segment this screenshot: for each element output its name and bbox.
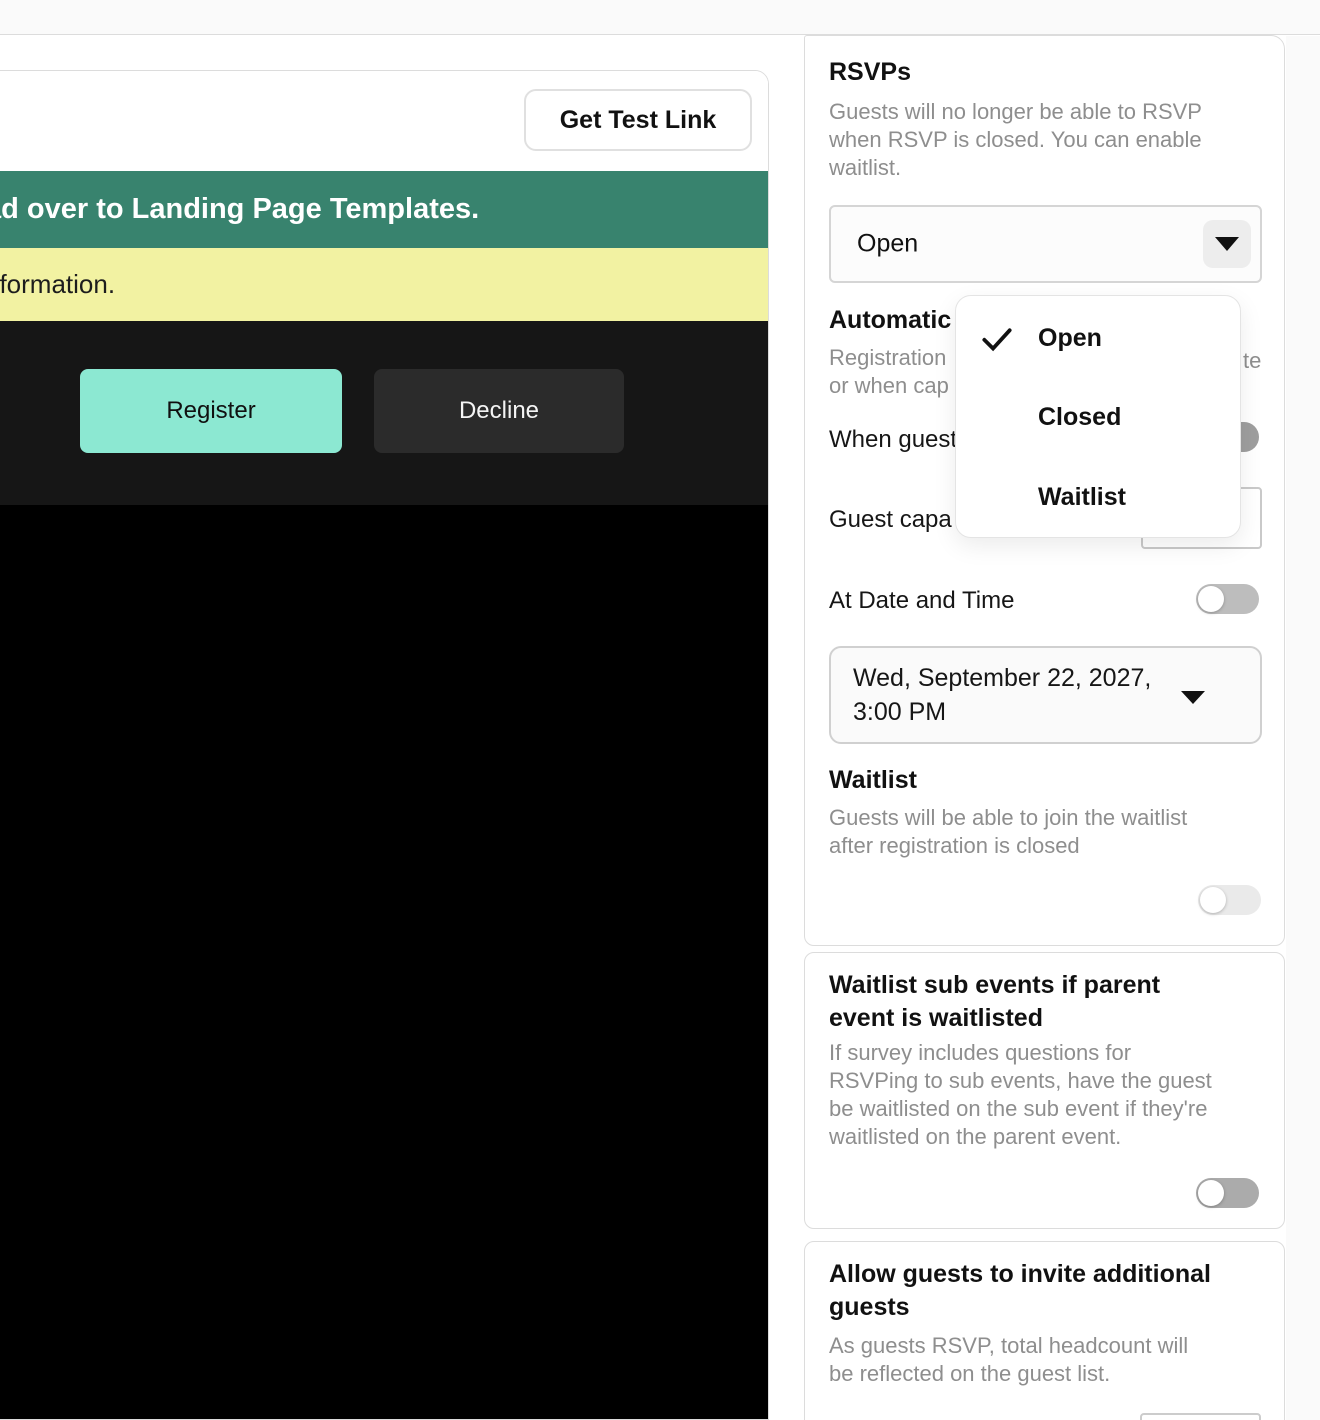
rsvps-description-line1: Guests will no longer be able to RSVP (829, 98, 1202, 126)
rsvp-buttons-panel: Register Decline (0, 321, 768, 505)
allow-additional-guests-card: Allow guests to invite additional guests… (804, 1241, 1285, 1420)
close-datetime-select[interactable]: Wed, September 22, 2027, 3:00 PM (829, 646, 1262, 744)
get-test-link-button[interactable]: Get Test Link (524, 89, 752, 151)
waitlist-title: Waitlist (829, 764, 917, 797)
allow-additional-guests-description: As guests RSVP, total headcount will be … (829, 1332, 1188, 1388)
top-bar (0, 0, 1320, 35)
auto-close-description-fragment: te (1243, 348, 1261, 374)
rsvps-description-line2: when RSVP is closed. You can enable (829, 126, 1202, 154)
chevron-down-icon[interactable] (1203, 220, 1251, 268)
chevron-down-icon (1181, 691, 1205, 704)
check-icon (978, 320, 1016, 358)
decline-button[interactable]: Decline (374, 369, 624, 453)
waitlist-description-line2: after registration is closed (829, 832, 1080, 860)
page: Get Test Link ad over to Landing Page Te… (0, 0, 1320, 1420)
preview-header: Get Test Link (0, 71, 768, 171)
rsvps-description-line3: waitlist. (829, 154, 901, 182)
waitlist-description-line1: Guests will be able to join the waitlist (829, 804, 1187, 832)
information-banner: nformation. (0, 248, 768, 321)
landing-page-banner-text: ad over to Landing Page Templates. (0, 193, 479, 226)
register-button[interactable]: Register (80, 369, 342, 453)
waitlist-sub-events-toggle[interactable] (1196, 1178, 1259, 1208)
preview-body-dark-area (0, 505, 768, 1420)
close-datetime-value-line1: Wed, September 22, 2027, (853, 661, 1151, 695)
auto-close-description-line1: Registration (829, 344, 946, 372)
rsvps-title: RSVPs (829, 56, 911, 89)
close-datetime-value-line2: 3:00 PM (853, 695, 1151, 729)
auto-close-heading: Automatic (829, 304, 951, 337)
additional-guests-input[interactable] (1140, 1413, 1261, 1420)
allow-additional-guests-title: Allow guests to invite additional guests (829, 1258, 1211, 1324)
right-gutter (1286, 36, 1320, 1420)
at-date-time-label: At Date and Time (829, 587, 1014, 615)
waitlist-sub-events-title: Waitlist sub events if parent event is w… (829, 969, 1160, 1035)
dropdown-option-open[interactable]: Open (1038, 324, 1102, 353)
guest-capacity-toggle-label: When guest (829, 426, 957, 454)
rsvp-status-dropdown: Open Closed Waitlist (955, 295, 1241, 538)
dropdown-option-waitlist[interactable]: Waitlist (1038, 483, 1126, 512)
event-preview-card: Get Test Link ad over to Landing Page Te… (0, 70, 769, 1420)
at-date-time-toggle[interactable] (1196, 584, 1259, 614)
waitlist-sub-events-card: Waitlist sub events if parent event is w… (804, 952, 1285, 1229)
rsvp-status-value: Open (857, 230, 918, 259)
landing-page-banner: ad over to Landing Page Templates. (0, 171, 768, 248)
information-banner-text: nformation. (0, 269, 115, 300)
waitlist-sub-events-description: If survey includes questions for RSVPing… (829, 1039, 1212, 1151)
dropdown-option-closed[interactable]: Closed (1038, 403, 1121, 432)
auto-close-description-line2: or when cap (829, 372, 949, 400)
guest-capacity-label: Guest capa (829, 506, 952, 534)
rsvp-status-select[interactable]: Open (829, 205, 1262, 283)
waitlist-toggle[interactable] (1198, 885, 1261, 915)
